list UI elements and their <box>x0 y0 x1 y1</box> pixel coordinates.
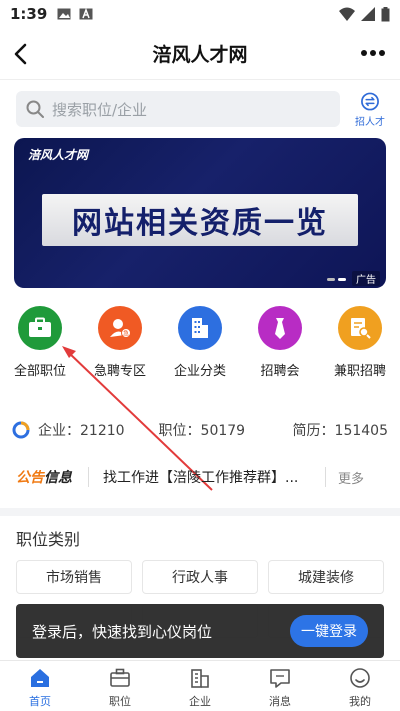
svg-text:急: 急 <box>123 330 129 338</box>
banner-logo: 涪风人才网 <box>28 148 89 162</box>
recruit-label: 招人才 <box>355 117 385 128</box>
one-click-login-button[interactable]: 一键登录 <box>290 615 368 647</box>
pie-chart-icon <box>12 421 30 439</box>
tab-label: 首页 <box>29 695 51 708</box>
ad-badge: 广告 <box>352 271 380 286</box>
notice-bar[interactable]: 公告信息 找工作进【涪陵工作推荐群】... 更多 <box>0 459 400 495</box>
tab-label: 企业 <box>189 695 211 708</box>
promo-banner[interactable]: 涪风人才网 网站相关资质一览 广告 <box>14 138 386 288</box>
tie-icon <box>275 318 285 339</box>
quick-label: 急聘专区 <box>93 364 146 379</box>
more-icon[interactable] <box>360 46 386 60</box>
quick-icon-circle <box>178 306 222 350</box>
page-title: 涪风人才网 <box>152 44 248 66</box>
building-icon <box>191 669 209 688</box>
notice-tag-b: 信息 <box>44 470 72 486</box>
job-category-chip[interactable]: 行政人事 <box>142 560 258 594</box>
job-category-chip[interactable]: 城建装修 <box>268 560 384 594</box>
briefcase-icon <box>110 668 130 687</box>
toast-text: 登录后，快速找到心仪岗位 <box>32 622 213 641</box>
profile-icon <box>350 668 370 688</box>
job-category-chip[interactable]: 市场销售 <box>16 560 132 594</box>
search-icon <box>26 100 44 118</box>
text-a-icon <box>79 8 93 20</box>
stats-bar: 企业：21210 职位：50179 简历：151405 <box>0 412 400 448</box>
quick-label: 全部职位 <box>13 364 66 379</box>
tab-label: 消息 <box>269 695 291 708</box>
quick-icon-circle <box>338 306 382 350</box>
banner-title: 网站相关资质一览 <box>72 206 328 241</box>
quick-item-all-jobs[interactable]: 全部职位 <box>0 306 80 386</box>
quick-label: 企业分类 <box>173 364 226 379</box>
stat-jobs: 职位：50179 <box>158 423 246 439</box>
quick-menu: 全部职位 急 急聘专区 企业分类 招聘会 兼职招聘 <box>0 306 400 386</box>
quick-item-part-time[interactable]: 兼职招聘 <box>320 306 400 386</box>
stat-resume: 简历：151405 <box>292 423 388 439</box>
bottom-tab-bar: 首页 职位 企业 消息 我的 <box>0 660 400 711</box>
battery-icon <box>381 6 390 21</box>
notice-more-link[interactable]: 更多 <box>338 468 364 487</box>
login-toast: 登录后，快速找到心仪岗位 一键登录 <box>16 604 384 658</box>
tab-jobs[interactable]: 职位 <box>80 661 160 711</box>
home-icon <box>31 669 49 687</box>
banner-pagination <box>327 278 346 281</box>
signal-icon <box>361 7 375 21</box>
gallery-icon <box>57 8 71 20</box>
quick-item-job-fair[interactable]: 招聘会 <box>240 306 320 386</box>
back-arrow-icon[interactable] <box>10 40 34 68</box>
status-time: 1:39 <box>10 5 48 23</box>
status-bar: 1:39 <box>0 0 400 28</box>
search-placeholder: 搜索职位/企业 <box>52 100 148 119</box>
quick-icon-circle <box>18 306 62 350</box>
search-input[interactable]: 搜索职位/企业 <box>16 91 340 127</box>
recruit-icon <box>361 92 379 111</box>
notice-text[interactable]: 找工作进【涪陵工作推荐群】... <box>103 467 311 487</box>
wifi-icon <box>339 7 355 21</box>
divider <box>88 467 89 487</box>
document-search-icon <box>351 318 371 339</box>
tab-profile[interactable]: 我的 <box>320 661 400 711</box>
tab-home[interactable]: 首页 <box>0 661 80 711</box>
quick-item-urgent[interactable]: 急 急聘专区 <box>80 306 160 386</box>
nav-bar: 涪风人才网 <box>0 28 400 80</box>
quick-label: 招聘会 <box>260 364 300 379</box>
notice-tag-a: 公告 <box>16 470 44 486</box>
urgent-person-icon: 急 <box>110 319 131 338</box>
tab-label: 职位 <box>109 695 131 708</box>
tab-messages[interactable]: 消息 <box>240 661 320 711</box>
banner-strip: 网站相关资质一览 <box>42 194 358 246</box>
tab-label: 我的 <box>349 695 371 708</box>
building-icon <box>192 318 208 338</box>
quick-label: 兼职招聘 <box>333 364 386 379</box>
quick-item-company-category[interactable]: 企业分类 <box>160 306 240 386</box>
notice-tag: 公告信息 <box>16 467 72 487</box>
briefcase-icon <box>29 317 51 337</box>
quick-icon-circle <box>258 306 302 350</box>
section-gap <box>0 508 400 516</box>
divider <box>325 467 326 487</box>
quick-icon-circle: 急 <box>98 306 142 350</box>
recruit-button[interactable]: 招人才 <box>350 92 390 128</box>
status-right <box>339 6 390 22</box>
tab-companies[interactable]: 企业 <box>160 661 240 711</box>
section-heading: 职位类别 <box>16 530 81 549</box>
message-icon <box>270 669 290 688</box>
stat-company: 企业：21210 <box>38 423 125 439</box>
